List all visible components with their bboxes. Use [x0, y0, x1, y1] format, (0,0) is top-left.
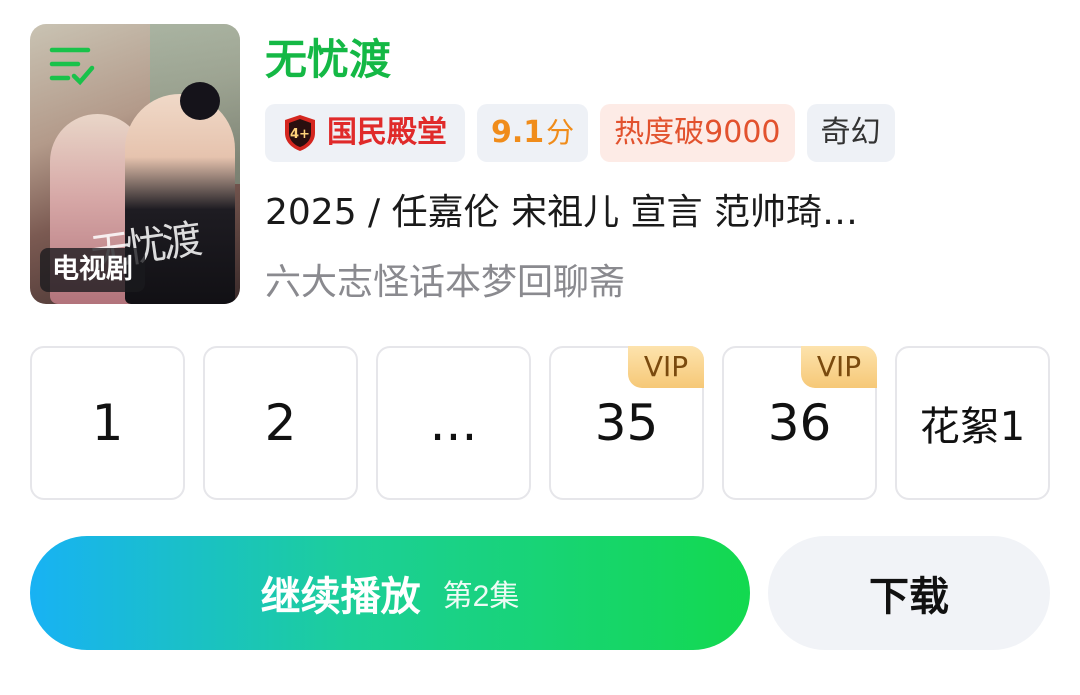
continue-play-button[interactable]: 继续播放 第2集	[30, 536, 750, 650]
episode-list: 1 2 ... VIP 35 VIP 36 花絮1	[30, 346, 1050, 500]
genre-tag[interactable]: 奇幻	[806, 104, 895, 162]
download-button[interactable]: 下载	[768, 536, 1050, 650]
vip-badge: VIP	[628, 346, 704, 388]
play-episode-label: 第2集	[442, 580, 520, 613]
heat-tag[interactable]: 热度破9000	[600, 104, 795, 162]
episode-label: 1	[91, 394, 124, 452]
episode-label: ...	[429, 394, 478, 452]
episode-label: 2	[264, 394, 297, 452]
episode-item[interactable]: VIP 36	[722, 346, 877, 500]
episode-label: 35	[594, 394, 659, 452]
score-value: 9.1	[491, 115, 545, 150]
award-label: 国民殿堂	[327, 115, 447, 150]
vip-badge: VIP	[801, 346, 877, 388]
score-tag: 9.1 分	[477, 104, 589, 162]
show-title[interactable]: 无忧渡	[265, 32, 391, 88]
score-unit: 分	[546, 116, 575, 149]
play-label: 继续播放	[260, 575, 421, 619]
svg-text:4+: 4+	[290, 127, 310, 142]
episode-label: 36	[767, 394, 832, 452]
tag-row: 4+ 国民殿堂 9.1 分 热度破9000 奇幻	[265, 104, 895, 162]
episode-item[interactable]: VIP 35	[549, 346, 704, 500]
award-tag[interactable]: 4+ 国民殿堂	[265, 104, 465, 162]
episode-more[interactable]: ...	[376, 346, 531, 500]
poster-hair-bun	[180, 82, 220, 120]
list-check-icon[interactable]	[48, 42, 96, 90]
poster-image[interactable]: 无忧渡 电视剧	[30, 24, 240, 304]
extras-item[interactable]: 花絮1	[895, 346, 1050, 500]
type-badge: 电视剧	[40, 248, 145, 292]
show-meta: 2025 / 任嘉伦 宋祖儿 宣言 范帅琦…	[265, 192, 858, 233]
show-slogan: 六大志怪话本梦回聊斋	[265, 262, 626, 303]
rank-shield-icon: 4+	[285, 115, 315, 151]
episode-label: 花絮1	[919, 404, 1026, 450]
episode-item[interactable]: 2	[203, 346, 358, 500]
episode-item[interactable]: 1	[30, 346, 185, 500]
